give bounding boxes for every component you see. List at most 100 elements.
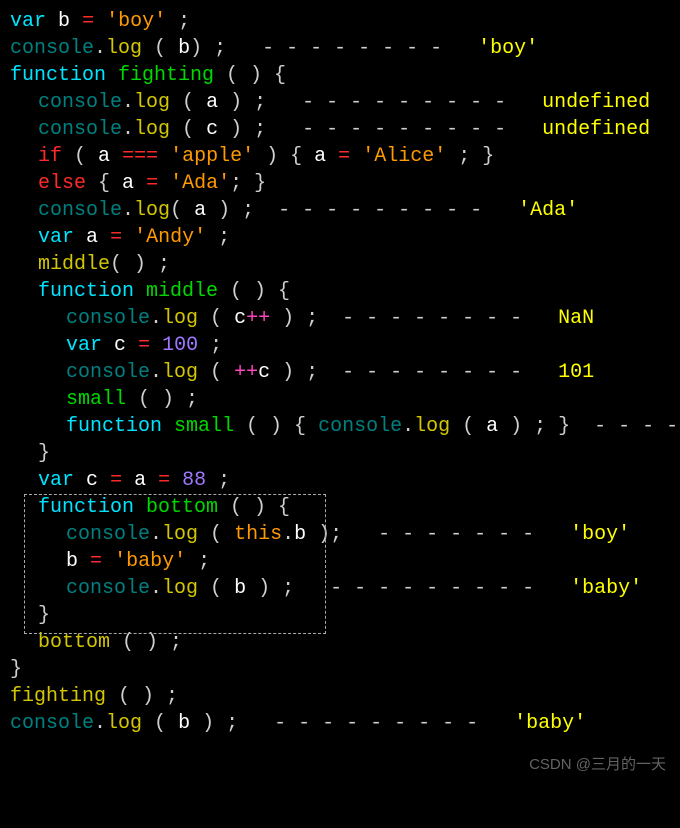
output-undefined: undefined bbox=[542, 118, 650, 141]
fn-bottom: bottom bbox=[146, 496, 218, 519]
fn-bottom-call: bottom bbox=[38, 631, 110, 654]
kw-function: function bbox=[66, 415, 162, 438]
id-a: a bbox=[314, 145, 326, 168]
output-boy: 'boy' bbox=[478, 37, 538, 60]
dashes: - - - - - - - - - bbox=[266, 199, 518, 222]
code-line: console.log ( this.b ); - - - - - - - 'b… bbox=[10, 521, 670, 548]
op-eq: = bbox=[90, 550, 102, 573]
code-line: small ( ) ; bbox=[10, 386, 670, 413]
id-b: b bbox=[234, 577, 246, 600]
output-undefined: undefined bbox=[542, 91, 650, 114]
fn-console: console bbox=[38, 199, 122, 222]
brace-close: } bbox=[38, 604, 50, 627]
kw-function: function bbox=[38, 496, 134, 519]
op-eq: = bbox=[110, 469, 122, 492]
str-andy: 'Andy' bbox=[134, 226, 206, 249]
sp bbox=[70, 10, 82, 33]
code-line: function bottom ( ) { bbox=[10, 494, 670, 521]
fn-log: log bbox=[162, 361, 198, 384]
code-line: else { a = 'Ada'; } bbox=[10, 170, 670, 197]
fn-fighting-call: fighting bbox=[10, 685, 106, 708]
sp bbox=[94, 10, 106, 33]
output-baby: 'baby' bbox=[570, 577, 642, 600]
code-line: function middle ( ) { bbox=[10, 278, 670, 305]
code-line: } bbox=[10, 656, 670, 683]
str-ada: 'Ada' bbox=[170, 172, 230, 195]
prop-b: b bbox=[294, 523, 306, 546]
id-c: c bbox=[86, 469, 98, 492]
dashes: - - - - - - - - - bbox=[290, 91, 542, 114]
dashes: - - - - - - - - bbox=[330, 307, 558, 330]
code-line: if ( a === 'apple' ) { a = 'Alice' ; } bbox=[10, 143, 670, 170]
dashes: - - - - - - - - bbox=[250, 37, 478, 60]
str-boy: 'boy' bbox=[106, 10, 166, 33]
fn-small: small bbox=[174, 415, 234, 438]
output-nan: NaN bbox=[558, 307, 594, 330]
fn-console: console bbox=[38, 91, 122, 114]
id-b: b bbox=[66, 550, 78, 573]
id-b: b bbox=[178, 37, 190, 60]
fn-log: log bbox=[134, 91, 170, 114]
op-eq: = bbox=[82, 10, 94, 33]
fn-log: log bbox=[162, 577, 198, 600]
sc: ; bbox=[166, 10, 202, 33]
dashes: - - - - - - - bbox=[366, 523, 570, 546]
watermark-text: CSDN @三月的一天 bbox=[529, 751, 666, 778]
fn-middle: middle bbox=[146, 280, 218, 303]
fn-console: console bbox=[38, 118, 122, 141]
code-line: console.log( a ) ; - - - - - - - - - 'Ad… bbox=[10, 197, 670, 224]
code-line: var b = 'boy' ; bbox=[10, 8, 670, 35]
fn-log: log bbox=[106, 712, 142, 735]
fn-console: console bbox=[66, 361, 150, 384]
fn-log: log bbox=[414, 415, 450, 438]
op-eq: = bbox=[338, 145, 350, 168]
output-boy: 'boy' bbox=[570, 523, 630, 546]
code-line: console.log ( b ) ; - - - - - - - - - 'b… bbox=[10, 575, 670, 602]
fn-middle-call: middle bbox=[38, 253, 110, 276]
code-line: } bbox=[10, 440, 670, 467]
id-c: c bbox=[258, 361, 270, 384]
dashes: - - - - - - - - bbox=[330, 361, 558, 384]
id-a: a bbox=[122, 172, 134, 195]
fn-console: console bbox=[66, 523, 150, 546]
id-c: c bbox=[114, 334, 126, 357]
code-line: console.log ( a ) ; - - - - - - - - - un… bbox=[10, 89, 670, 116]
kw-else: else bbox=[38, 172, 86, 195]
kw-function: function bbox=[10, 64, 106, 87]
code-line: } bbox=[10, 602, 670, 629]
kw-if: if bbox=[38, 145, 62, 168]
paren-close: ) ; bbox=[190, 37, 250, 60]
output-ada: 'Ada' bbox=[518, 199, 578, 222]
kw-this: this bbox=[234, 523, 282, 546]
code-line: console.log ( b) ; - - - - - - - - 'boy' bbox=[10, 35, 670, 62]
dashes: - - - - - - - - - bbox=[318, 577, 570, 600]
id-a: a bbox=[194, 199, 206, 222]
str-baby: 'baby' bbox=[114, 550, 186, 573]
dashes: - - - - - - - - - bbox=[262, 712, 514, 735]
id-a: a bbox=[86, 226, 98, 249]
dashes: - - - - - bbox=[582, 415, 680, 438]
fn-console: console bbox=[10, 712, 94, 735]
code-line: console.log ( b ) ; - - - - - - - - - 'b… bbox=[10, 710, 670, 737]
id-b: b bbox=[58, 10, 70, 33]
id-a: a bbox=[206, 91, 218, 114]
op-eq: = bbox=[158, 469, 170, 492]
brace-close: } bbox=[38, 442, 50, 465]
id-a: a bbox=[486, 415, 498, 438]
kw-var: var bbox=[38, 226, 74, 249]
sp bbox=[46, 10, 58, 33]
fn-console: console bbox=[318, 415, 402, 438]
brace-close: } bbox=[10, 658, 22, 681]
code-line: bottom ( ) ; bbox=[10, 629, 670, 656]
output-baby: 'baby' bbox=[514, 712, 586, 735]
code-line: b = 'baby' ; bbox=[10, 548, 670, 575]
num-88: 88 bbox=[182, 469, 206, 492]
op-eq: = bbox=[110, 226, 122, 249]
code-line: var c = 100 ; bbox=[10, 332, 670, 359]
dot: . bbox=[94, 37, 106, 60]
code-line: console.log ( ++c ) ; - - - - - - - - 10… bbox=[10, 359, 670, 386]
code-line: middle( ) ; bbox=[10, 251, 670, 278]
paren: ( bbox=[142, 37, 178, 60]
output-101: 101 bbox=[558, 361, 594, 384]
id-c: c bbox=[234, 307, 246, 330]
